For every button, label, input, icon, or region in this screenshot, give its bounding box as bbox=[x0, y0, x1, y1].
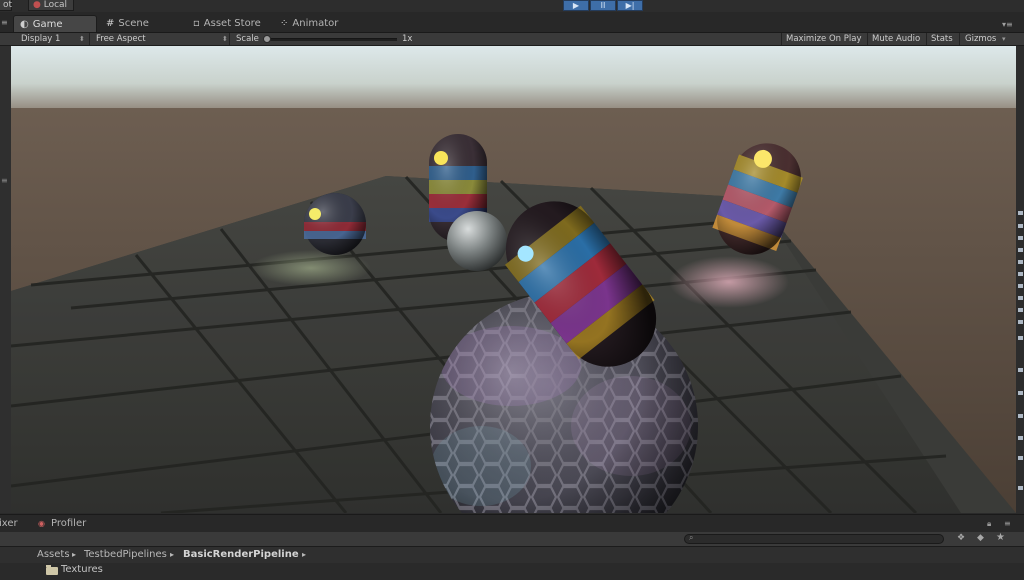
filter-type-icon[interactable]: ❖ bbox=[957, 533, 965, 543]
tab-animator[interactable]: ⁘ Animator bbox=[280, 15, 338, 32]
left-edge-marker-icon: ≡ bbox=[1, 176, 8, 185]
scale-slider-thumb[interactable] bbox=[263, 35, 271, 43]
local-label: Local bbox=[43, 0, 68, 10]
bag-icon: ▫ bbox=[193, 18, 200, 29]
profiler-icon: ◉ bbox=[38, 519, 45, 528]
favorite-star-icon[interactable]: ★ bbox=[996, 532, 1005, 543]
step-button[interactable]: ▶| bbox=[617, 0, 643, 11]
tab-profiler[interactable]: Profiler bbox=[51, 518, 86, 529]
left-panel-edge: ≡ bbox=[0, 46, 11, 513]
project-toolbar: ⌕ ❖ ◆ ★ bbox=[0, 532, 1024, 547]
tab-asset-store[interactable]: ▫ Asset Store bbox=[193, 15, 261, 32]
tab-game[interactable]: ◐ Game bbox=[13, 15, 97, 32]
display-dropdown[interactable]: Display 1 bbox=[21, 33, 60, 45]
maximize-on-play-toggle[interactable]: Maximize On Play bbox=[786, 33, 861, 45]
panel-options-icon[interactable]: ▾≡ bbox=[1002, 20, 1013, 29]
aspect-dropdown[interactable]: Free Aspect bbox=[96, 33, 146, 45]
breadcrumb-basicrenderpipeline[interactable]: BasicRenderPipeline bbox=[183, 547, 299, 563]
mute-audio-toggle[interactable]: Mute Audio bbox=[872, 33, 920, 45]
project-search-input[interactable]: ⌕ bbox=[684, 533, 944, 544]
panel-menu-icon[interactable]: ≡ bbox=[1, 18, 8, 27]
breadcrumb-testbedpipelines[interactable]: TestbedPipelines bbox=[84, 547, 167, 563]
tab-scene[interactable]: # Scene bbox=[106, 15, 149, 32]
tab-audio-mixer[interactable]: ixer bbox=[0, 518, 18, 529]
top-strip: ot ● Local ▶ II ▶| bbox=[0, 0, 1024, 12]
breadcrumb-separator: ▸ bbox=[302, 550, 307, 559]
breadcrumb: Assets ▸ TestbedPipelines ▸ BasicRenderP… bbox=[0, 547, 1024, 563]
lock-icon[interactable]: 🔒︎ bbox=[987, 519, 991, 529]
project-file-list: Textures bbox=[0, 563, 1024, 580]
game-controller-icon: ◐ bbox=[20, 19, 29, 30]
search-icon: ⌕ bbox=[689, 533, 694, 542]
local-toggle[interactable]: ● Local bbox=[28, 0, 74, 11]
filter-label-icon[interactable]: ◆ bbox=[977, 533, 984, 543]
top-left-chip[interactable]: ot bbox=[0, 0, 12, 11]
aspect-dropdown-arrows-icon: ⬍ bbox=[222, 35, 228, 43]
editor-tab-row: ≡ ◐ Game # Scene ▫ Asset Store ⁘ Animator ▾≡ bbox=[0, 12, 1024, 33]
breadcrumb-separator: ▸ bbox=[170, 550, 175, 559]
gizmos-arrow-icon: ▾ bbox=[1002, 35, 1006, 43]
small-striped-sphere bbox=[304, 193, 366, 255]
animator-icon: ⁘ bbox=[280, 18, 289, 29]
breadcrumb-assets[interactable]: Assets bbox=[37, 547, 70, 563]
folder-icon bbox=[46, 565, 58, 575]
scale-label: Scale bbox=[236, 34, 259, 44]
play-button[interactable]: ▶ bbox=[563, 0, 589, 11]
globe-icon: ● bbox=[33, 0, 41, 10]
bottom-tab-row: ixer ◉ Profiler 🔒︎ ≡ bbox=[0, 514, 1024, 533]
file-item-label: Textures bbox=[61, 564, 103, 575]
tab-asset-store-label: Asset Store bbox=[203, 18, 261, 29]
display-dropdown-arrows-icon: ⬍ bbox=[79, 35, 85, 43]
grid-icon: # bbox=[106, 18, 115, 29]
game-viewport[interactable] bbox=[11, 46, 1016, 513]
scale-value: 1x bbox=[402, 34, 413, 44]
tab-game-label: Game bbox=[32, 19, 63, 30]
pause-button[interactable]: II bbox=[590, 0, 616, 11]
scale-slider-track[interactable] bbox=[265, 38, 397, 41]
right-panel-edge bbox=[1016, 46, 1024, 525]
stats-toggle[interactable]: Stats bbox=[931, 33, 953, 45]
tab-animator-label: Animator bbox=[292, 18, 339, 29]
list-item[interactable]: Textures bbox=[0, 563, 1024, 577]
playback-controls: ▶ II ▶| bbox=[563, 0, 644, 12]
game-render bbox=[11, 46, 1016, 513]
panel-menu-icon-bottom[interactable]: ≡ bbox=[1004, 519, 1011, 528]
tab-scene-label: Scene bbox=[118, 18, 149, 29]
game-view-toolbar: Display 1 ⬍ Free Aspect ⬍ Scale 1x Maxim… bbox=[0, 33, 1024, 46]
grey-sphere bbox=[447, 211, 507, 271]
breadcrumb-separator: ▸ bbox=[72, 550, 77, 559]
gizmos-dropdown[interactable]: Gizmos bbox=[965, 33, 996, 45]
